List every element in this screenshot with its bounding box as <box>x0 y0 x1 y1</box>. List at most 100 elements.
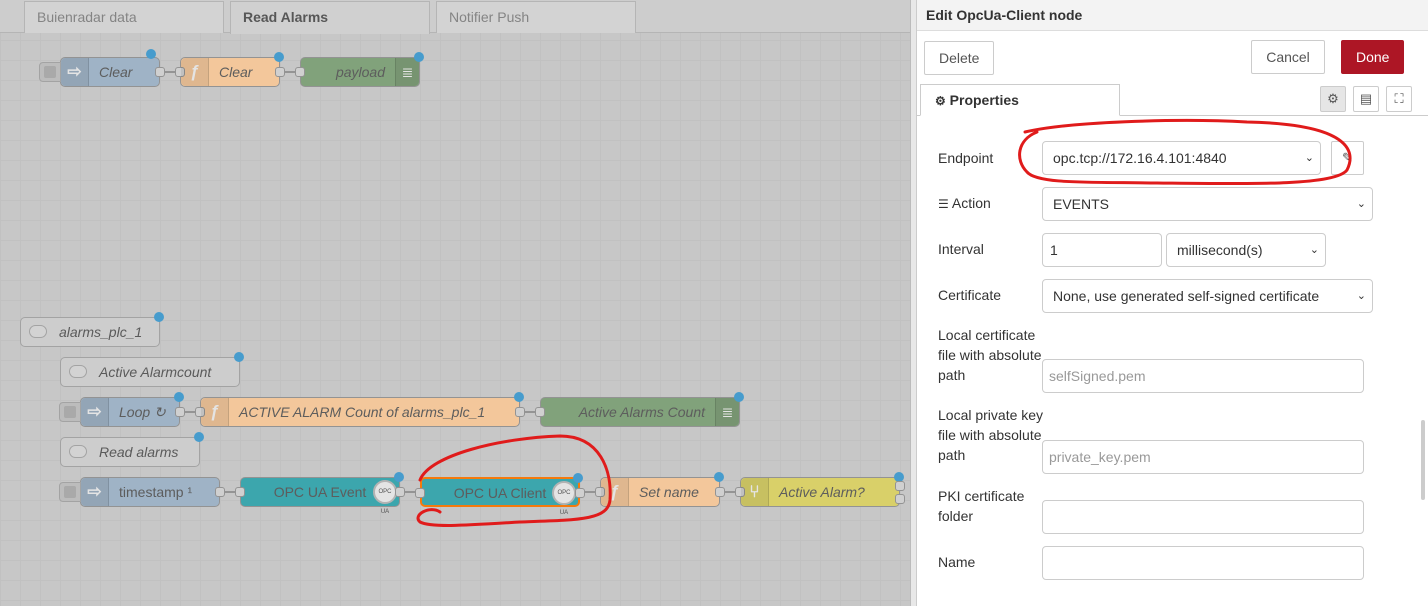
tab-properties-label: Properties <box>949 92 1019 108</box>
edit-tray: Edit OpcUa-Client node Delete Cancel Don… <box>916 0 1428 606</box>
output-port-2[interactable] <box>895 494 905 504</box>
local-key-input[interactable]: private_key.pem <box>1042 440 1364 474</box>
comment-node-active-alarmcount[interactable]: Active Alarmcount <box>60 352 244 387</box>
changed-indicator <box>414 52 424 62</box>
done-button[interactable]: Done <box>1341 40 1404 74</box>
action-label-text: Action <box>951 195 991 211</box>
changed-indicator <box>714 472 724 482</box>
changed-indicator <box>194 432 204 442</box>
inject-trigger-button[interactable] <box>59 482 81 502</box>
changed-indicator <box>573 473 583 483</box>
function-icon: ƒ <box>201 398 229 426</box>
action-label: ☰ Action <box>938 193 991 214</box>
edit-endpoint-pencil-icon[interactable]: ✎ <box>1331 141 1364 175</box>
inject-node-loop[interactable]: ⇨ Loop ↻ <box>59 392 185 427</box>
name-input[interactable] <box>1042 546 1364 580</box>
switch-node-active-alarm[interactable]: ⑂ Active Alarm? <box>735 472 905 507</box>
chevron-down-icon: ⌄ <box>1356 198 1366 210</box>
local-key-label: Local private key file with absolute pat… <box>938 407 1044 463</box>
input-port[interactable] <box>535 407 545 417</box>
opcua-logo-icon: OPC UA <box>552 481 576 516</box>
changed-indicator <box>394 472 404 482</box>
tray-scrollbar[interactable] <box>1421 420 1425 500</box>
name-label: Name <box>938 554 976 570</box>
input-port[interactable] <box>415 488 425 498</box>
action-select[interactable]: EVENTS ⌄ <box>1042 187 1373 221</box>
changed-indicator <box>734 392 744 402</box>
opcua-client-node[interactable]: OPC UA Client OPC UA <box>415 473 585 516</box>
comment-icon <box>69 365 87 378</box>
node-label: timestamp ¹ <box>119 484 193 500</box>
node-label: Active Alarm? <box>779 484 865 500</box>
output-port[interactable] <box>715 487 725 497</box>
appearance-icon[interactable]: ⛶ <box>1386 86 1412 112</box>
node-label: Loop ↻ <box>119 404 166 420</box>
cancel-button[interactable]: Cancel <box>1251 40 1325 74</box>
comment-icon <box>29 325 47 338</box>
list-icon: ≣ <box>715 398 739 426</box>
output-port[interactable] <box>215 487 225 497</box>
pki-label: PKI certificate folder <box>938 488 1025 524</box>
function-node-set-name[interactable]: ƒ Set name <box>595 472 725 507</box>
output-port[interactable] <box>575 488 585 498</box>
arrow-right-icon: ⇨ <box>81 478 109 506</box>
comment-icon <box>69 445 87 458</box>
endpoint-label: Endpoint <box>938 150 994 166</box>
certificate-value: None, use generated self-signed certific… <box>1053 288 1320 304</box>
changed-indicator <box>514 392 524 402</box>
node-label: OPC UA Client <box>453 485 547 501</box>
inject-node-clear[interactable]: ⇨ Clear <box>39 57 165 87</box>
output-port[interactable] <box>155 67 165 77</box>
opcua-logo-icon: OPC UA <box>373 480 397 515</box>
tray-title: Edit OpcUa-Client node <box>917 0 1428 31</box>
description-icon[interactable]: ▤ <box>1353 86 1379 112</box>
interval-unit-select[interactable]: millisecond(s) ⌄ <box>1166 233 1326 267</box>
node-label: Set name <box>639 484 699 500</box>
debug-node-active-alarms-count[interactable]: Active Alarms Count ≣ <box>535 392 744 427</box>
node-label: OPC UA Event <box>273 484 367 500</box>
inject-node-timestamp[interactable]: ⇨ timestamp ¹ <box>59 477 225 507</box>
chevron-down-icon: ⌄ <box>1356 290 1366 302</box>
delete-button[interactable]: Delete <box>924 41 994 75</box>
arrow-right-icon: ⇨ <box>61 58 89 86</box>
local-cert-input[interactable]: selfSigned.pem <box>1042 359 1364 393</box>
flow-wires <box>165 71 735 493</box>
endpoint-value: opc.tcp://172.16.4.101:4840 <box>1053 150 1227 166</box>
settings-gear-icon[interactable]: ⚙ <box>1320 86 1346 112</box>
flow-workspace[interactable]: Buienradar data Read Alarms Notifier Pus… <box>0 0 910 606</box>
output-port[interactable] <box>395 487 405 497</box>
endpoint-select[interactable]: opc.tcp://172.16.4.101:4840 ⌄ <box>1042 141 1321 175</box>
function-node-alarm-count[interactable]: ƒ ACTIVE ALARM Count of alarms_plc_1 <box>195 392 525 427</box>
function-node-clear[interactable]: ƒ Clear <box>175 52 285 87</box>
node-label: Active Alarms Count <box>578 404 705 420</box>
local-cert-label: Local certificate file with absolute pat… <box>938 327 1042 383</box>
function-icon: ƒ <box>601 478 629 506</box>
interval-label: Interval <box>938 241 984 257</box>
output-port[interactable] <box>275 67 285 77</box>
pki-folder-input[interactable] <box>1042 500 1364 534</box>
switch-icon: ⑂ <box>741 478 769 506</box>
input-port[interactable] <box>235 487 245 497</box>
certificate-label: Certificate <box>938 287 1002 303</box>
interval-input[interactable]: 1 <box>1042 233 1162 267</box>
changed-indicator <box>174 392 184 402</box>
inject-trigger-button[interactable] <box>39 62 61 82</box>
node-label: Clear <box>99 64 133 80</box>
chevron-down-icon: ⌄ <box>1304 152 1314 164</box>
output-port[interactable] <box>515 407 525 417</box>
inject-trigger-button[interactable] <box>59 402 81 422</box>
tab-properties[interactable]: ⚙ Properties <box>920 84 1120 116</box>
comment-node-alarms-plc[interactable]: alarms_plc_1 <box>20 312 164 347</box>
certificate-select[interactable]: None, use generated self-signed certific… <box>1042 279 1373 313</box>
debug-node-payload[interactable]: payload ≣ <box>295 52 424 87</box>
output-port[interactable] <box>175 407 185 417</box>
list-icon: ☰ <box>938 197 949 211</box>
gear-icon: ⚙ <box>935 94 946 108</box>
opcua-event-node[interactable]: OPC UA Event OPC UA <box>235 472 405 515</box>
output-port-1[interactable] <box>895 481 905 491</box>
input-port[interactable] <box>295 67 305 77</box>
changed-indicator <box>274 52 284 62</box>
comment-node-read-alarms[interactable]: Read alarms <box>60 432 204 467</box>
comment-label: alarms_plc_1 <box>59 324 143 340</box>
arrow-right-icon: ⇨ <box>81 398 109 426</box>
